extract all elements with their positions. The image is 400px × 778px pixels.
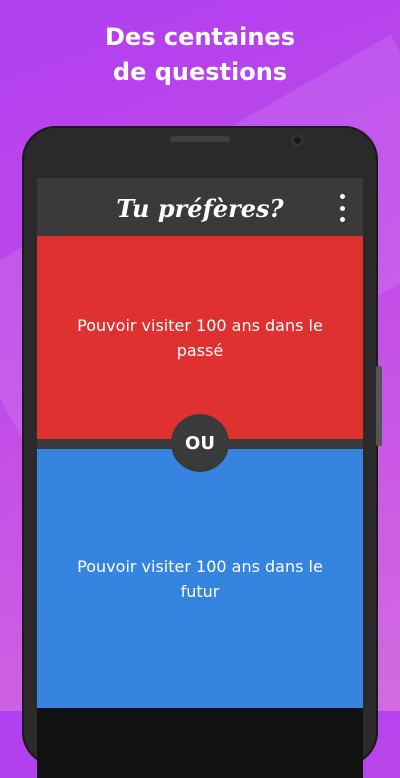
headline-line-1: Des centaines	[105, 23, 295, 51]
or-badge: OU	[171, 414, 229, 472]
app-screen: Tu préfères? Pouvoir visiter 100 ans dan…	[37, 178, 363, 778]
more-vertical-icon[interactable]	[333, 194, 351, 222]
side-button	[376, 366, 382, 446]
app-bar: Tu préfères?	[37, 178, 363, 236]
option-b-button[interactable]: Pouvoir visiter 100 ans dans le futur	[37, 449, 363, 708]
speaker-grille	[170, 136, 230, 142]
option-a-button[interactable]: Pouvoir visiter 100 ans dans le passé	[37, 236, 363, 439]
camera-icon	[291, 134, 304, 147]
option-a-text: Pouvoir visiter 100 ans dans le passé	[77, 315, 323, 360]
promo-headline: Des centaines de questions	[0, 20, 400, 90]
phone-frame: Tu préfères? Pouvoir visiter 100 ans dan…	[22, 126, 382, 778]
app-title: Tu préfères?	[116, 194, 284, 223]
headline-line-2: de questions	[112, 58, 288, 86]
option-b-text: Pouvoir visiter 100 ans dans le futur	[77, 556, 323, 601]
